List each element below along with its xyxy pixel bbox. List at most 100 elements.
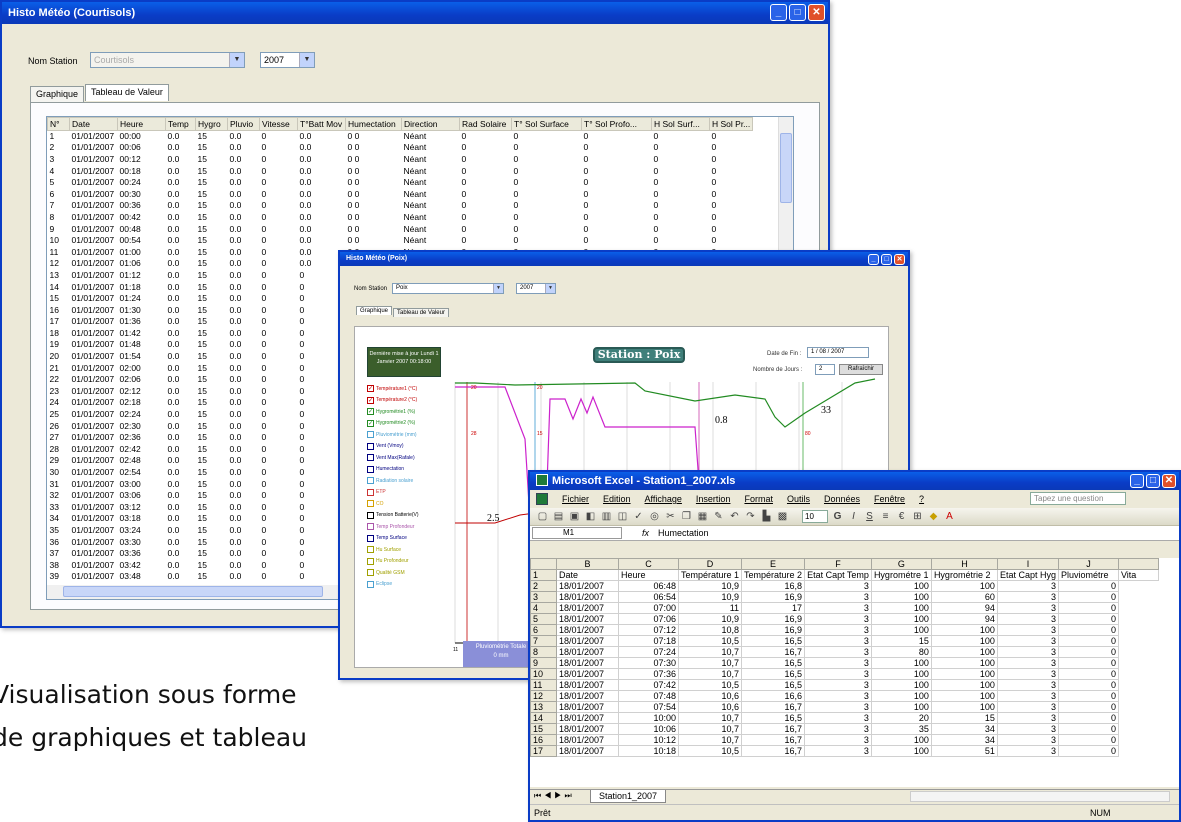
cell[interactable]: 0 [1057, 624, 1119, 636]
table-row[interactable]: 5 01/01/2007 00:24 0.0 15 0.0 0 0.0 0 0 Néant 0 0 0 0… [48, 177, 753, 189]
header-cell[interactable]: Hygrométre 1 [870, 569, 932, 581]
table-row[interactable]: 14 18/01/2007 10:00 10,7 16,5 3 20 15 3 0 [530, 712, 1159, 724]
cell[interactable]: 3 [996, 679, 1059, 691]
column-letter[interactable]: G [870, 558, 932, 570]
row-number[interactable]: 2 [530, 580, 557, 592]
cell[interactable]: 51 [930, 745, 998, 757]
research-icon[interactable]: ◎ [648, 510, 661, 523]
cell[interactable]: 15 [870, 635, 932, 647]
table-row[interactable]: 7 18/01/2007 07:18 10,5 16,5 3 15 100 3 0 [530, 635, 1159, 647]
cell[interactable]: 60 [930, 591, 998, 603]
column-header[interactable]: Temp [165, 117, 196, 131]
cell[interactable]: 0 [1057, 657, 1119, 669]
spreadsheet-grid[interactable]: B C D E F G H I J 1 Date Heure Température 1 Températ… [530, 558, 1179, 787]
header-cell[interactable]: Pluviométre [1057, 569, 1119, 581]
cell[interactable]: 16,7 [741, 723, 806, 735]
column-letter[interactable]: I [996, 558, 1059, 570]
cell[interactable]: 18/01/2007 [556, 734, 619, 746]
column-header[interactable]: T°Batt Mov [297, 117, 346, 131]
cell[interactable]: 0 [1057, 613, 1119, 625]
cell[interactable]: 35 [870, 723, 932, 735]
cell[interactable]: 100 [930, 657, 998, 669]
cell[interactable]: 100 [930, 668, 998, 680]
maximize-button[interactable]: □ [1146, 474, 1160, 488]
cell[interactable]: 07:42 [618, 679, 679, 691]
column-letter[interactable]: D [677, 558, 743, 570]
cell[interactable]: 3 [804, 580, 872, 592]
table-row[interactable]: 17 18/01/2007 10:18 10,5 16,7 3 100 51 3 0 [530, 745, 1159, 757]
cell[interactable]: 3 [804, 745, 872, 757]
cell[interactable]: 18/01/2007 [556, 613, 619, 625]
cell[interactable]: 18/01/2007 [556, 635, 619, 647]
cell[interactable]: 16,5 [741, 657, 806, 669]
open-folder-icon[interactable]: ▤ [552, 510, 565, 523]
paste-icon[interactable]: ▦ [696, 510, 709, 523]
cell[interactable]: 3 [996, 734, 1059, 746]
row-number[interactable]: 10 [530, 668, 557, 680]
cell[interactable]: 3 [804, 723, 872, 735]
cell[interactable]: 3 [996, 591, 1059, 603]
cell[interactable]: 07:18 [618, 635, 679, 647]
cell[interactable]: 0 [1057, 712, 1119, 724]
station-select[interactable]: Courtisols ▼ [90, 52, 245, 68]
cell[interactable]: 0 [1057, 690, 1119, 702]
column-header[interactable]: N° [47, 117, 70, 131]
horizontal-scrollbar[interactable] [910, 791, 1170, 802]
cell[interactable]: 3 [996, 701, 1059, 713]
cell[interactable]: 07:06 [618, 613, 679, 625]
column-header[interactable]: T° Sol Surface [511, 117, 582, 131]
table-row[interactable]: 9 01/01/2007 00:48 0.0 15 0.0 0 0.0 0 0 Néant 0 0 0 0… [48, 223, 753, 235]
window-title-bar[interactable]: Histo Météo (Poix) _ □ ✕ [340, 252, 908, 266]
cell[interactable]: 100 [930, 624, 998, 636]
cell[interactable]: 18/01/2007 [556, 657, 619, 669]
tab-graphique[interactable]: Graphique [30, 86, 85, 103]
cell[interactable]: 80 [870, 646, 932, 658]
print-preview-icon[interactable]: ◫ [616, 510, 629, 523]
cell[interactable]: 07:00 [618, 602, 679, 614]
cell[interactable]: 3 [996, 580, 1059, 592]
column-letter[interactable]: H [930, 558, 998, 570]
cell[interactable]: 17 [741, 602, 806, 614]
undo-icon[interactable]: ↶ [728, 510, 741, 523]
column-letter[interactable]: B [556, 558, 619, 570]
cell[interactable]: 10,7 [677, 657, 743, 669]
cell[interactable]: 16,7 [741, 745, 806, 757]
window-title-bar[interactable]: Histo Météo (Courtisols) _ □ ✕ [2, 2, 828, 24]
cell[interactable]: 100 [870, 734, 932, 746]
cell[interactable]: 15 [930, 712, 998, 724]
station-select[interactable]: Poix ▼ [392, 283, 504, 294]
row-number[interactable]: 13 [530, 701, 557, 713]
cell[interactable]: 0 [1057, 701, 1119, 713]
cell[interactable]: 06:54 [618, 591, 679, 603]
table-row[interactable]: 16 18/01/2007 10:12 10,7 16,7 3 100 34 3 0 [530, 734, 1159, 746]
cell[interactable]: 07:30 [618, 657, 679, 669]
cell[interactable]: 0 [1057, 580, 1119, 592]
cell[interactable]: 3 [996, 613, 1059, 625]
row-number[interactable]: 11 [530, 679, 557, 691]
cell[interactable]: 3 [996, 602, 1059, 614]
maximize-button[interactable]: □ [881, 254, 892, 265]
row-number[interactable]: 5 [530, 613, 557, 625]
cell[interactable]: 34 [930, 734, 998, 746]
column-header[interactable]: H Sol Pr... [708, 117, 754, 131]
cell[interactable]: 0 [1057, 646, 1119, 658]
row-number[interactable]: 1 [530, 569, 557, 581]
cell[interactable]: 94 [930, 613, 998, 625]
cell[interactable]: 100 [870, 613, 932, 625]
table-row[interactable]: 5 18/01/2007 07:06 10,9 16,9 3 100 94 3 0 [530, 613, 1159, 625]
cell[interactable]: 07:54 [618, 701, 679, 713]
header-cell[interactable]: Température 1 [677, 569, 743, 581]
help-search-input[interactable]: Tapez une question [1030, 492, 1126, 505]
cell[interactable]: 11 [677, 602, 743, 614]
row-number[interactable]: 16 [530, 734, 557, 746]
print-icon[interactable]: ▥ [600, 510, 613, 523]
cell[interactable]: 10,5 [677, 679, 743, 691]
euro-icon[interactable]: € [895, 510, 908, 523]
cell[interactable]: 10,9 [677, 613, 743, 625]
column-letter[interactable]: C [618, 558, 679, 570]
scroll-thumb[interactable] [780, 133, 792, 203]
cell[interactable]: 3 [804, 690, 872, 702]
copy-icon[interactable]: ❐ [680, 510, 693, 523]
cell[interactable]: 3 [996, 646, 1059, 658]
cell[interactable]: 10,7 [677, 734, 743, 746]
